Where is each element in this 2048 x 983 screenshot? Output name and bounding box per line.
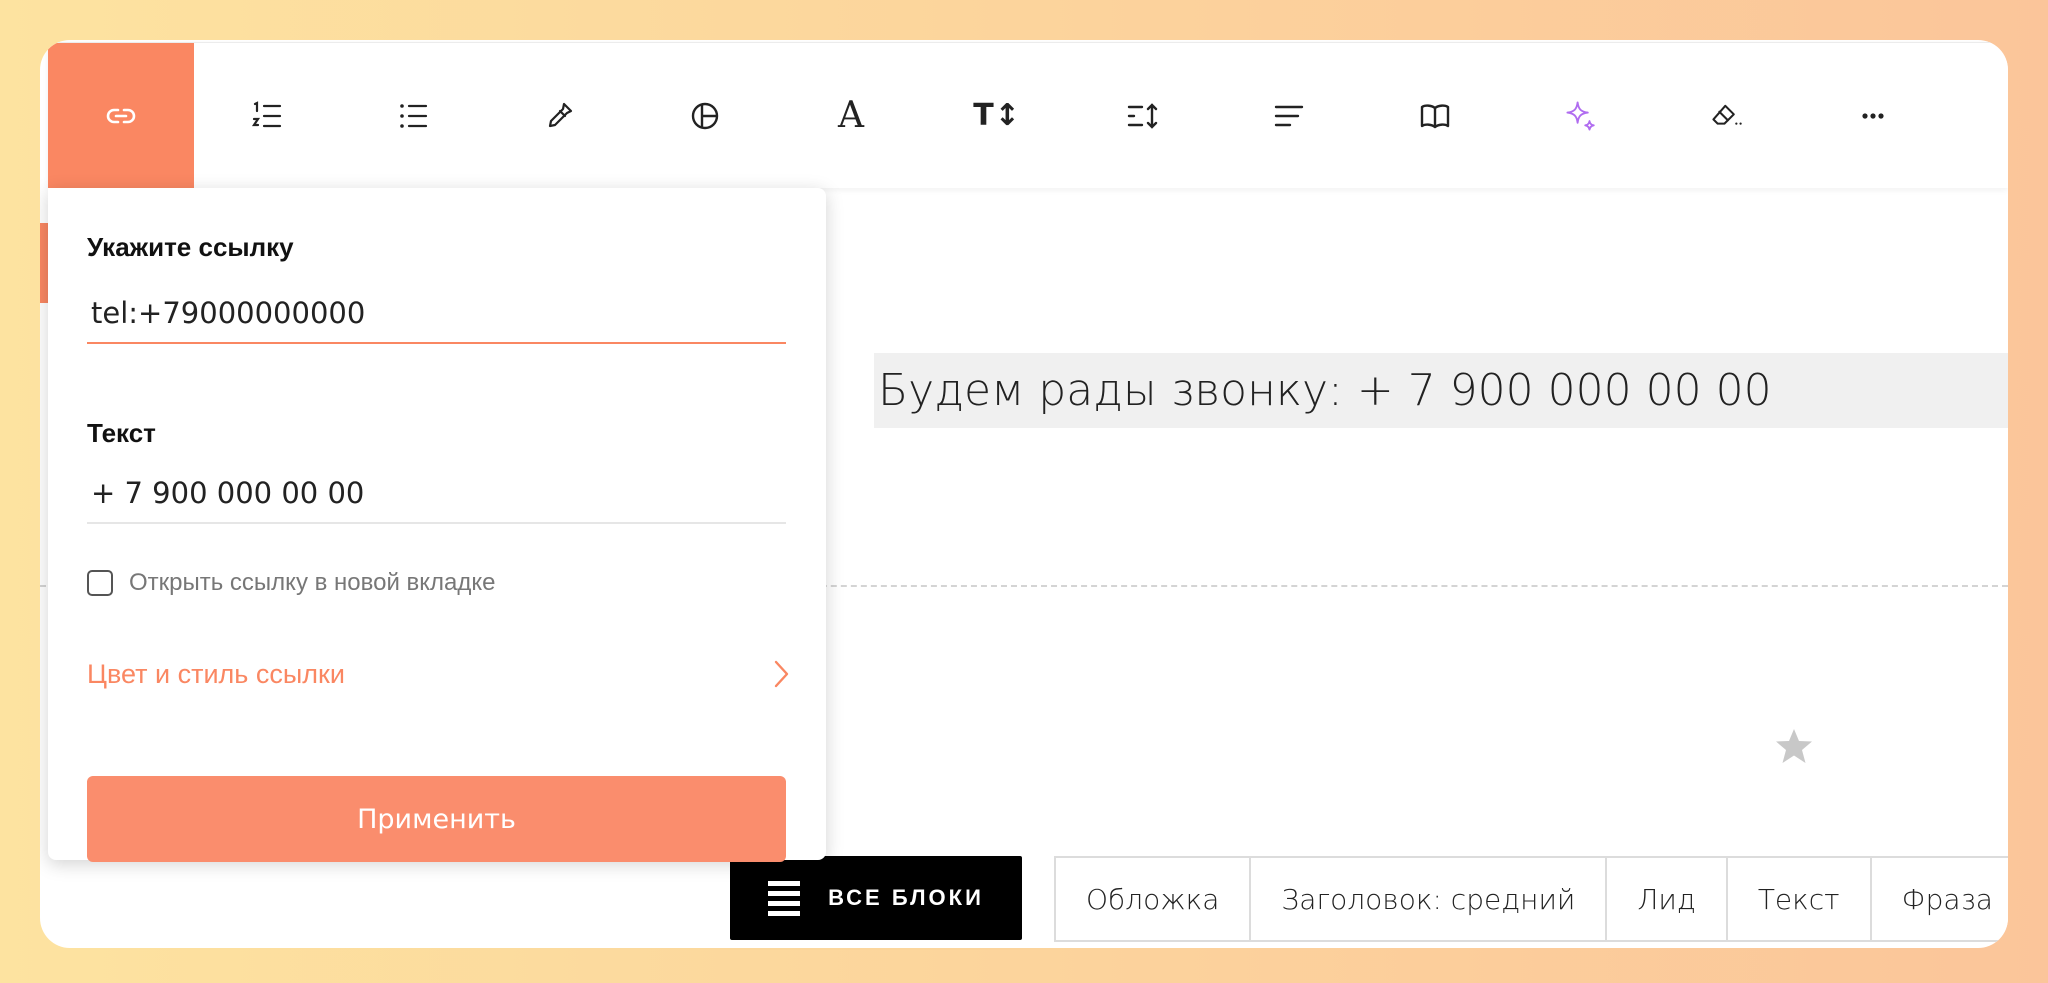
editor-frame: A T↕ Будем рады звонку: + 7 900 000 00 0… [40,40,2008,948]
format-toolbar: A T↕ [48,42,2008,188]
numbered-list-button[interactable] [194,43,340,188]
align-left-icon [1274,105,1304,126]
font-family-icon: A [838,94,864,136]
block-type-chips: Обложка Заголовок: средний Лид Текст Фра… [1054,856,2008,942]
typograph-button[interactable] [1362,43,1508,188]
link-style-row[interactable]: Цвет и стиль ссылки [87,658,791,690]
line-height-icon [1127,102,1158,129]
more-icon [1862,112,1884,119]
font-style-icon [691,102,719,129]
ai-sparkle-icon [1566,100,1595,131]
font-size-button[interactable]: T↕ [924,43,1070,188]
align-button[interactable] [1216,43,1362,188]
chip-lead[interactable]: Лид [1607,858,1728,940]
chip-text[interactable]: Текст [1728,858,1872,940]
text-label: Текст [87,418,156,448]
ai-button[interactable] [1508,43,1654,188]
url-label: Укажите ссылку [87,232,294,262]
bullet-list-icon [400,103,428,128]
bullet-list-button[interactable] [340,43,486,188]
clear-format-icon [1712,104,1742,125]
chip-heading-medium[interactable]: Заголовок: средний [1251,858,1608,940]
font-size-icon: T↕ [973,97,1021,133]
url-input[interactable] [87,284,786,344]
checkbox-icon[interactable] [87,570,113,596]
color-button[interactable] [486,43,632,188]
chevron-right-icon [774,660,789,688]
link-style-label: Цвет и стиль ссылки [87,658,345,689]
link-popup: Укажите ссылку Текст Открыть ссылку в но… [48,188,826,862]
link-icon [106,108,136,123]
line-height-button[interactable] [1070,43,1216,188]
chip-phrase[interactable]: Фраза [1872,858,2008,940]
apply-button[interactable]: Применить [87,776,786,862]
typograph-book-icon [1420,103,1450,128]
link-text-input[interactable] [87,464,786,524]
clear-format-button[interactable] [1654,43,1800,188]
all-blocks-button[interactable]: ВСЕ БЛОКИ [730,856,1022,940]
star-icon[interactable] [1774,726,1814,766]
chip-cover[interactable]: Обложка [1056,858,1252,940]
menu-icon [768,880,801,916]
link-button[interactable] [48,43,194,188]
new-tab-checkbox[interactable]: Открыть ссылку в новой вкладке [87,569,496,597]
text-block-content[interactable]: Будем рады звонку: + 7 900 000 00 00 [874,365,1772,416]
all-blocks-label: ВСЕ БЛОКИ [828,885,984,910]
numbered-list-icon [251,100,282,127]
new-tab-label: Открыть ссылку в новой вкладке [129,569,496,596]
more-button[interactable] [1800,43,1946,188]
color-picker-icon [548,102,573,127]
font-family-button[interactable]: A [778,43,924,188]
text-block[interactable]: Будем рады звонку: + 7 900 000 00 00 [874,353,2008,428]
font-style-button[interactable] [632,43,778,188]
